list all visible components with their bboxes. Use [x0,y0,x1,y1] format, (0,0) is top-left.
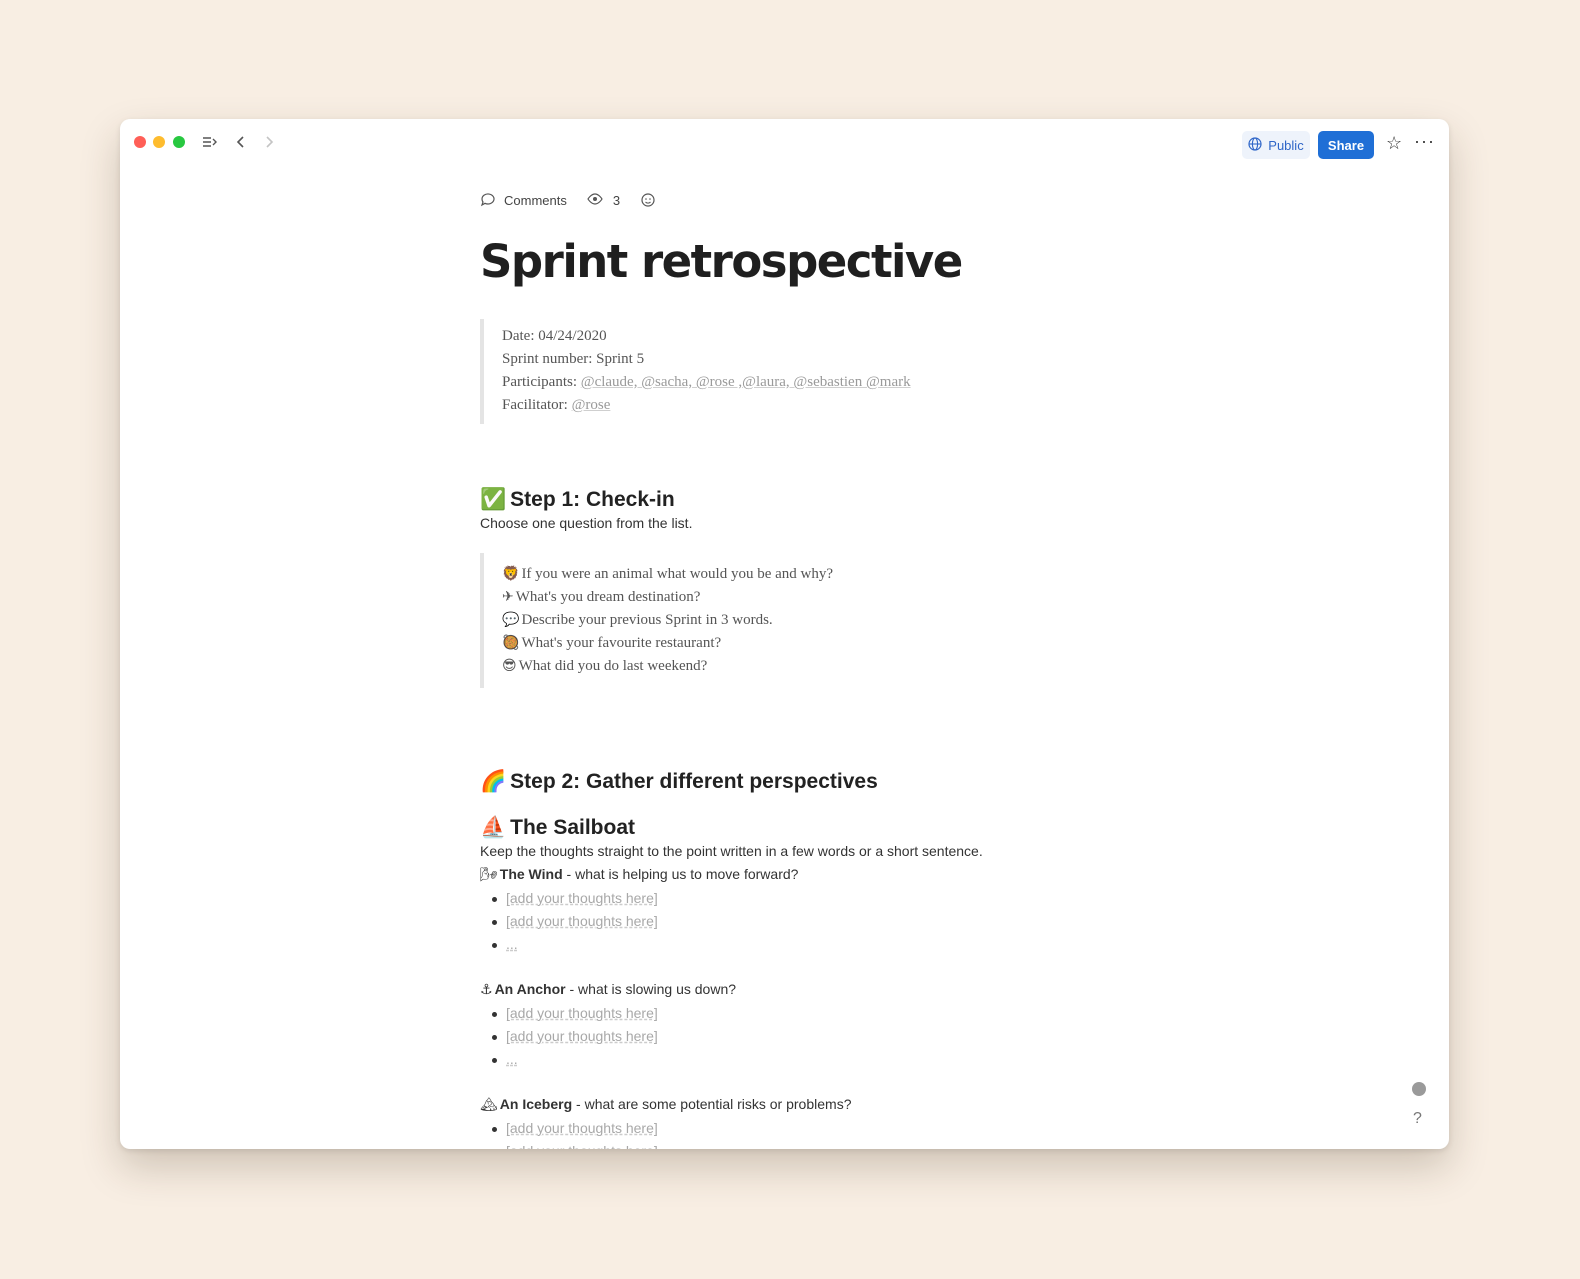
question-text: If you were an animal what would you be … [521,566,834,582]
step1-intro[interactable]: Choose one question from the list. [480,512,1100,535]
step1-title: Step 1: Check-in [510,488,675,511]
sailboat-heading[interactable]: ⛵ The Sailboat [480,816,1100,840]
sidebar-toggle-icon[interactable] [202,134,218,155]
thought-placeholder[interactable]: [add your thoughts here] [506,1120,658,1136]
iceberg-icon: 🏔 [480,1097,498,1113]
close-window-button[interactable] [134,136,146,148]
thought-placeholder[interactable]: [add your thoughts here] [506,890,658,906]
wind-icon: 🌬 [480,867,498,883]
title-bar: Public Share ☆ ··· [120,119,1449,171]
anchor-line[interactable]: ⚓ An Anchor - what is slowing us down? [480,978,1100,1002]
list-item[interactable]: [add your thoughts here] [492,1025,1100,1048]
list-item[interactable]: ... [492,1048,1100,1071]
sunglasses-face-icon: 😎 [502,658,517,674]
more-options-icon[interactable]: ··· [1414,131,1435,152]
anchor-list: [add your thoughts here] [add your thoug… [480,1002,1100,1071]
iceberg-title: An Iceberg [499,1096,573,1112]
forward-arrow-icon[interactable] [262,134,276,155]
participants-line: Participants: @claude, @sacha, @rose ,@l… [502,371,1100,394]
share-button[interactable]: Share [1318,131,1374,159]
thought-placeholder[interactable]: [add your thoughts here] [506,1143,658,1149]
maximize-window-button[interactable] [173,136,185,148]
views-counter[interactable]: 3 [587,193,620,208]
list-item[interactable]: [add your thoughts here] [492,1140,1100,1149]
question-item: 🦁 If you were an animal what would you be… [502,563,1100,586]
date-line: Date: 04/24/2020 [502,328,607,344]
facilitator-mention[interactable]: @rose [572,397,611,413]
question-item: ✈ What's you dream destination? [502,586,1100,609]
wind-line[interactable]: 🌬 The Wind - what is helping us to move f… [480,863,1100,887]
anchor-icon: ⚓ [480,982,493,998]
iceberg-line[interactable]: 🏔 An Iceberg - what are some potential ri… [480,1093,1100,1117]
thought-placeholder[interactable]: [add your thoughts here] [506,1005,658,1021]
wind-desc: - what is helping us to move forward? [562,866,799,882]
question-item: 💬 Describe your previous Sprint in 3 word… [502,609,1100,632]
list-item[interactable]: [add your thoughts here] [492,1117,1100,1140]
check-mark-icon: ✅ [480,488,507,511]
globe-icon [1248,136,1262,154]
participants-mentions[interactable]: @claude, @sacha, @rose ,@laura, @sebasti… [581,374,911,390]
public-button[interactable]: Public [1242,131,1310,159]
iceberg-desc: - what are some potential risks or probl… [572,1096,852,1112]
sailboat-title: The Sailboat [510,816,636,839]
public-label: Public [1268,137,1304,153]
back-arrow-icon[interactable] [234,134,248,155]
thought-ellipsis[interactable]: ... [506,936,518,952]
question-text: What's your favourite restaurant? [521,635,722,651]
thought-placeholder[interactable]: [add your thoughts here] [506,913,658,929]
lion-icon: 🦁 [502,566,520,582]
step2-heading[interactable]: 🌈 Step 2: Gather different perspectives [480,770,1100,794]
speech-bubble-icon: 💬 [502,612,520,628]
wind-list: [add your thoughts here] [add your thoug… [480,887,1100,956]
help-icon[interactable]: ? [1413,1110,1422,1128]
add-reaction-icon[interactable] [640,192,656,208]
question-text: What did you do last weekend? [518,658,708,674]
document-meta-bar: Comments 3 [480,189,1100,211]
sprint-number-line: Sprint number: Sprint 5 [502,351,645,367]
question-text: Describe your previous Sprint in 3 words… [521,612,773,628]
rainbow-icon: 🌈 [480,770,507,793]
app-window: Public Share ☆ ··· Comments 3 Sprint ret… [120,119,1449,1149]
star-icon[interactable]: ☆ [1386,133,1402,154]
minimize-window-button[interactable] [153,136,165,148]
food-pan-icon: 🥘 [502,635,520,651]
list-item[interactable]: [add your thoughts here] [492,910,1100,933]
facilitator-label: Facilitator: [502,397,572,413]
participants-label: Participants: [502,374,581,390]
wind-title: The Wind [499,866,563,882]
step1-heading[interactable]: ✅ Step 1: Check-in [480,488,1100,512]
step2-title: Step 2: Gather different perspectives [510,770,878,793]
anchor-title: An Anchor [494,981,566,997]
thought-placeholder[interactable]: [add your thoughts here] [506,1028,658,1044]
eye-icon [587,192,603,208]
checkin-questions-block[interactable]: 🦁 If you were an animal what would you be… [480,553,1100,688]
document-content: Comments 3 Sprint retrospective Date: 04… [480,189,1100,1149]
question-item: 🥘 What's your favourite restaurant? [502,632,1100,655]
airplane-icon: ✈ [502,589,514,605]
comments-link[interactable]: Comments [504,193,567,208]
thought-ellipsis[interactable]: ... [506,1051,518,1067]
list-item[interactable]: ... [492,933,1100,956]
sailboat-intro[interactable]: Keep the thoughts straight to the point … [480,840,1100,863]
sailboat-icon: ⛵ [480,816,507,839]
theme-toggle-icon[interactable] [1412,1082,1426,1096]
iceberg-list: [add your thoughts here] [add your thoug… [480,1117,1100,1149]
list-item[interactable]: [add your thoughts here] [492,887,1100,910]
facilitator-line: Facilitator: @rose [502,394,1100,417]
page-title[interactable]: Sprint retrospective [480,235,1100,295]
question-text: What's you dream destination? [515,589,701,605]
question-item: 😎 What did you do last weekend? [502,655,1100,678]
sprint-info-block[interactable]: Date: 04/24/2020 Sprint number: Sprint 5… [480,319,1100,424]
comment-icon[interactable] [480,192,496,208]
anchor-desc: - what is slowing us down? [565,981,737,997]
views-count: 3 [612,192,621,208]
list-item[interactable]: [add your thoughts here] [492,1002,1100,1025]
